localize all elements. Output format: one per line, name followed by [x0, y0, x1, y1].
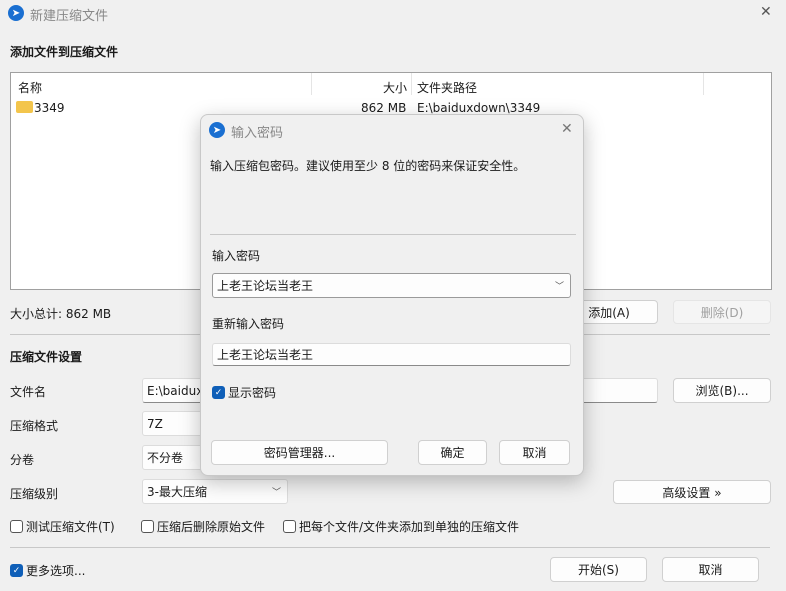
browse-button[interactable]: 浏览(B)... — [673, 378, 771, 403]
delete-button[interactable]: 删除(D) — [673, 300, 771, 324]
dialog-cancel-button[interactable]: 取消 — [499, 440, 570, 465]
check-icon: ✓ — [212, 386, 225, 399]
delete-after-label: 压缩后删除原始文件 — [157, 520, 266, 534]
total-size: 大小总计: 862 MB — [10, 307, 112, 321]
level-value: 3-最大压缩 — [147, 485, 207, 499]
file-path: E:\baiduxdown\3349 — [417, 101, 541, 115]
file-size: 862 MB — [361, 101, 407, 115]
close-icon[interactable]: ✕ — [561, 121, 573, 137]
settings-heading: 压缩文件设置 — [10, 350, 83, 364]
delete-after-checkbox[interactable]: 压缩后删除原始文件 — [141, 518, 265, 535]
checkbox-box — [283, 520, 296, 533]
level-select[interactable]: 3-最大压缩 ﹀ — [142, 479, 288, 504]
show-password-label: 显示密码 — [228, 386, 277, 400]
show-password-checkbox[interactable]: ✓ 显示密码 — [212, 384, 276, 401]
format-label: 压缩格式 — [10, 419, 59, 433]
advanced-button[interactable]: 高级设置 » — [613, 480, 771, 504]
app-logo-icon: ➤ — [8, 5, 24, 21]
folder-icon — [16, 101, 33, 113]
chevron-down-icon: ﹀ — [271, 488, 281, 498]
ok-button[interactable]: 确定 — [418, 440, 487, 465]
repeat-password-input[interactable]: 上老王论坛当老王 — [212, 343, 571, 366]
col-size[interactable]: 大小 — [383, 79, 407, 96]
test-checkbox[interactable]: 测试压缩文件(T) — [10, 518, 115, 535]
window-title: 新建压缩文件 — [30, 9, 109, 24]
checkbox-box — [10, 520, 23, 533]
dialog-title: 输入密码 — [231, 126, 284, 141]
close-icon[interactable]: ✕ — [760, 4, 772, 20]
level-label: 压缩级别 — [10, 487, 59, 501]
chevron-down-icon[interactable]: ﹀ — [555, 279, 564, 292]
password-input[interactable]: 上老王论坛当老王 ﹀ — [212, 273, 571, 298]
test-label: 测试压缩文件(T) — [26, 520, 115, 534]
dialog-hint: 输入压缩包密码。建议使用至少 8 位的密码来保证安全性。 — [210, 159, 526, 173]
checkbox-box — [141, 520, 154, 533]
password-label: 输入密码 — [212, 249, 261, 263]
filename-label: 文件名 — [10, 385, 47, 399]
separate-checkbox[interactable]: 把每个文件/文件夹添加到单独的压缩文件 — [283, 518, 519, 535]
cancel-button[interactable]: 取消 — [662, 557, 759, 582]
more-options-label: 更多选项... — [26, 564, 86, 578]
password-manager-button[interactable]: 密码管理器... — [211, 440, 388, 465]
app-logo-icon: ➤ — [209, 122, 225, 138]
col-name[interactable]: 名称 — [18, 79, 42, 96]
check-icon: ✓ — [10, 564, 23, 577]
files-heading: 添加文件到压缩文件 — [10, 45, 119, 59]
password-value: 上老王论坛当老王 — [217, 279, 314, 293]
title-bar: ➤ 新建压缩文件 ✕ — [0, 0, 786, 28]
start-button[interactable]: 开始(S) — [550, 557, 647, 582]
separate-label: 把每个文件/文件夹添加到单独的压缩文件 — [299, 520, 520, 534]
col-path[interactable]: 文件夹路径 — [417, 79, 477, 96]
repeat-password-label: 重新输入密码 — [212, 317, 285, 331]
more-options-checkbox[interactable]: ✓ 更多选项... — [10, 562, 85, 579]
password-dialog: ➤ 输入密码 ✕ 输入压缩包密码。建议使用至少 8 位的密码来保证安全性。 输入… — [200, 114, 584, 476]
file-name: 3349 — [34, 101, 65, 115]
split-label: 分卷 — [10, 453, 35, 467]
